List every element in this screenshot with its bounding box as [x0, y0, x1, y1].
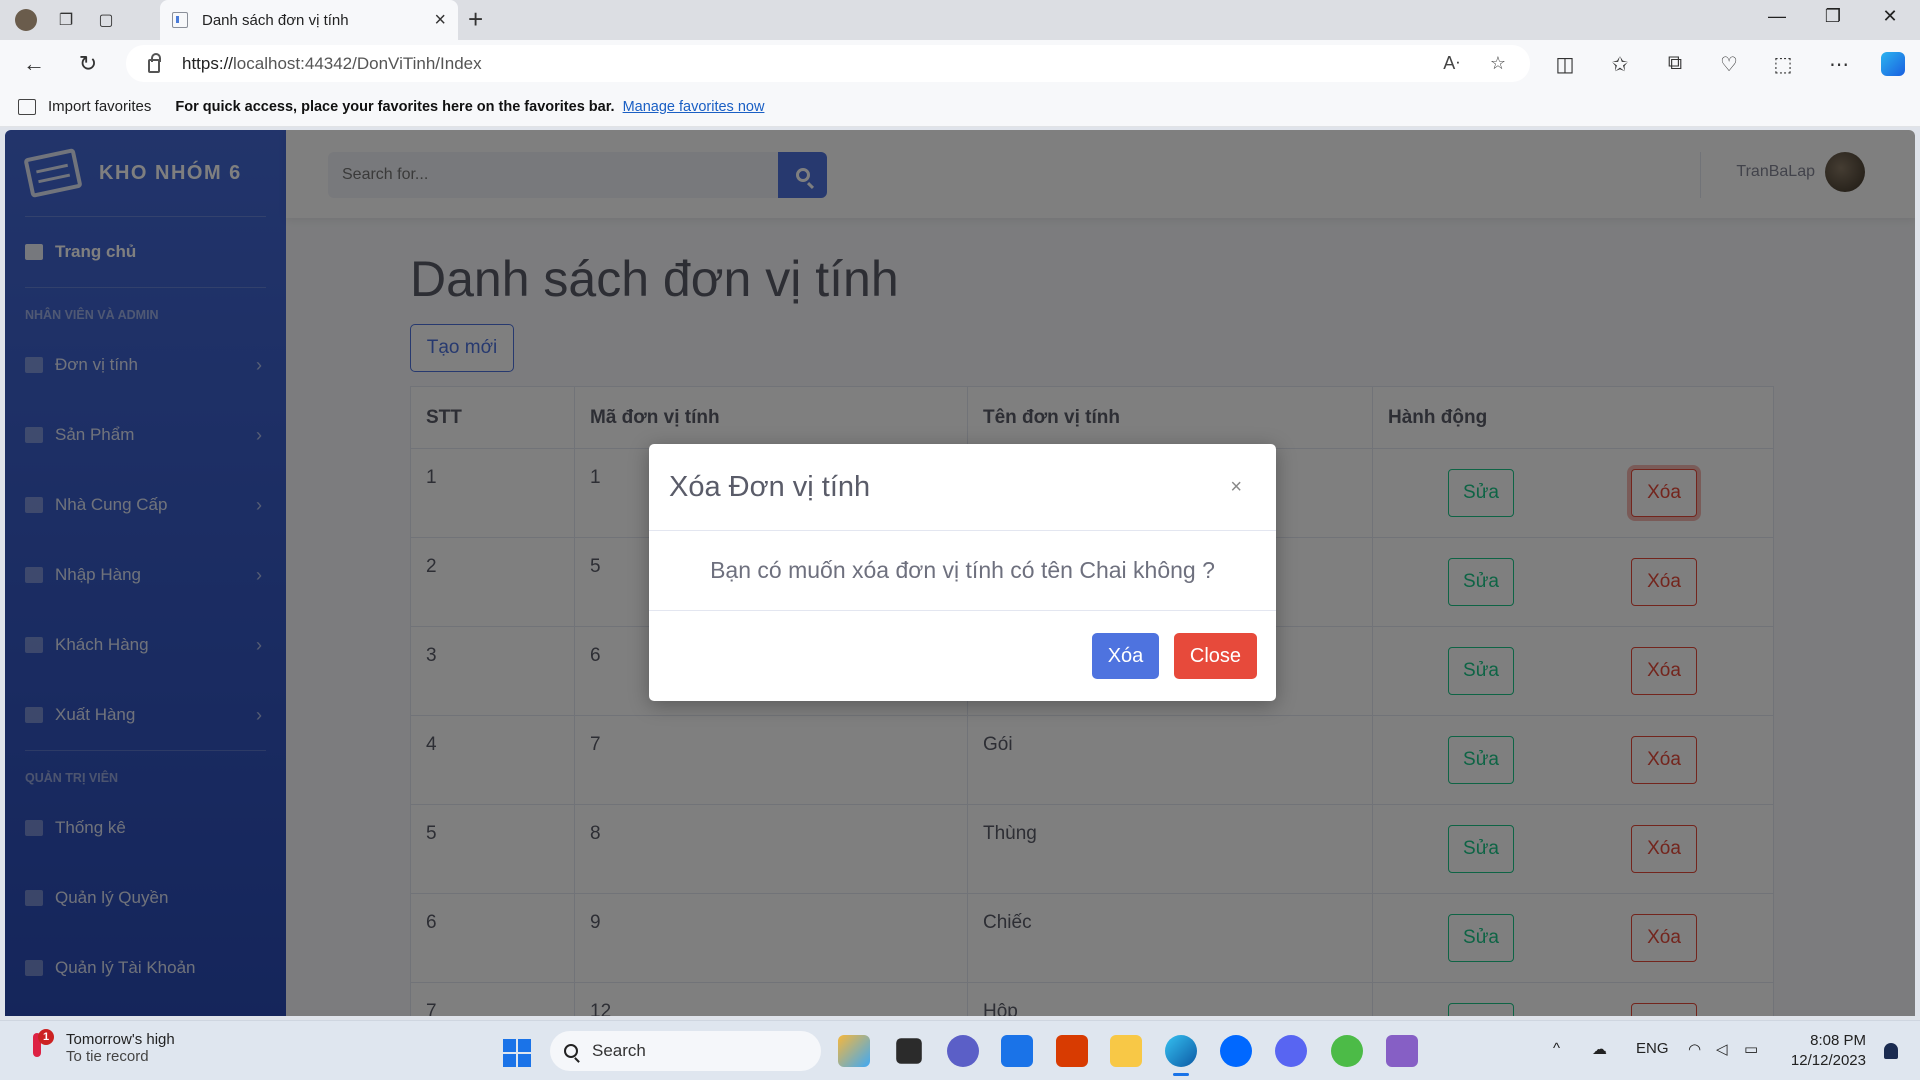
delete-modal: Xóa Đơn vị tính × Bạn có muốn xóa đơn vị… [649, 444, 1276, 701]
start-button-icon[interactable] [503, 1039, 531, 1067]
modal-footer: Xóa Close [649, 611, 1276, 701]
manage-favorites-link[interactable]: Manage favorites now [623, 99, 765, 115]
url-text: https://localhost:44342/DonViTinh/Index [182, 53, 482, 73]
edge-browser-icon[interactable] [1165, 1035, 1197, 1076]
browser-essentials-icon[interactable]: ♡ [1714, 52, 1744, 77]
tab-strip: ❐ ▢ Danh sách đơn vị tính × + — ❐ ✕ [0, 0, 1920, 40]
new-tab-button[interactable]: + [468, 6, 483, 32]
web-page: KHO NHÓM 6 Trang chủ NHÂN VIÊN VÀ ADMIN … [5, 130, 1915, 1016]
weather-line1: Tomorrow's high [66, 1031, 175, 1048]
import-favorites-button[interactable]: Import favorites [18, 98, 151, 115]
favorites-message: For quick access, place your favorites h… [175, 98, 615, 115]
split-screen-icon[interactable]: ◫ [1550, 52, 1580, 77]
discord-icon[interactable] [1275, 1035, 1307, 1067]
close-tab-icon[interactable]: × [434, 9, 446, 32]
read-aloud-icon[interactable]: Aᐧ [1443, 53, 1460, 74]
favorites-icon[interactable]: ✩ [1605, 52, 1635, 77]
volume-icon[interactable]: ◁ [1716, 1040, 1728, 1058]
extension-icon[interactable]: ⬚ [1768, 52, 1798, 77]
taskbar-search-label: Search [592, 1041, 646, 1060]
clock[interactable]: 8:08 PM 12/12/2023 [1791, 1031, 1866, 1071]
favorites-bar: Import favorites For quick access, place… [0, 87, 1920, 127]
green-app-icon[interactable] [1331, 1035, 1363, 1067]
refresh-icon[interactable]: ↻ [74, 50, 102, 78]
confirm-delete-button[interactable]: Xóa [1092, 633, 1159, 679]
notification-bell-icon[interactable] [1884, 1043, 1898, 1059]
taskbar-search[interactable]: Search [550, 1031, 821, 1071]
modal-message: Bạn có muốn xóa đơn vị tính có tên Chai … [649, 531, 1276, 611]
workspaces-icon[interactable]: ❐ [54, 8, 78, 32]
weather-widget[interactable]: 1 Tomorrow's high To tie record [28, 1029, 175, 1065]
battery-icon[interactable]: ▭ [1744, 1040, 1758, 1058]
modal-title: Xóa Đơn vị tính [669, 470, 871, 503]
minimize-icon[interactable]: — [1757, 6, 1797, 27]
copilot-preview-icon[interactable] [838, 1035, 870, 1067]
page-favicon-icon [172, 12, 188, 28]
zalo-icon[interactable] [1220, 1035, 1252, 1067]
modal-header: Xóa Đơn vị tính × [649, 444, 1276, 531]
favorite-star-icon[interactable]: ☆ [1490, 53, 1506, 74]
office-icon[interactable] [1056, 1035, 1088, 1067]
address-toolbar: ← ↻ https://localhost:44342/DonViTinh/In… [0, 40, 1920, 87]
restore-icon[interactable]: ❐ [1813, 6, 1853, 27]
profile-avatar-icon[interactable] [14, 8, 38, 32]
visual-studio-icon[interactable] [1386, 1035, 1418, 1067]
date: 12/12/2023 [1790, 1052, 1866, 1069]
mail-icon[interactable] [1001, 1035, 1033, 1067]
onedrive-icon[interactable]: ☁ [1592, 1040, 1607, 1058]
taskbar: 1 Tomorrow's high To tie record Search ^… [0, 1020, 1920, 1080]
copilot-icon[interactable] [1878, 52, 1908, 82]
teams-chat-icon[interactable] [947, 1035, 979, 1067]
file-explorer-icon[interactable] [1110, 1035, 1142, 1067]
vertical-tabs-icon[interactable]: ▢ [94, 8, 118, 32]
import-icon [18, 98, 36, 115]
collections-icon[interactable]: ⧉ [1660, 52, 1690, 75]
lock-icon[interactable] [148, 52, 161, 73]
wifi-icon[interactable]: ◠ [1688, 1040, 1701, 1058]
url-bar[interactable]: https://localhost:44342/DonViTinh/Index … [126, 45, 1530, 82]
close-window-icon[interactable]: ✕ [1870, 6, 1910, 27]
task-view-icon[interactable] [896, 1038, 922, 1064]
close-button[interactable]: Close [1174, 633, 1257, 679]
weather-line2: To tie record [66, 1048, 149, 1065]
time: 8:08 PM [1810, 1032, 1866, 1049]
more-menu-icon[interactable]: ⋯ [1824, 52, 1854, 77]
active-tab[interactable]: Danh sách đơn vị tính × [160, 0, 458, 40]
import-favorites-label: Import favorites [48, 98, 152, 115]
show-hidden-icons-icon[interactable]: ^ [1553, 1040, 1560, 1057]
language-indicator[interactable]: ENG [1636, 1040, 1669, 1057]
tab-title: Danh sách đơn vị tính [202, 11, 349, 29]
search-icon [564, 1044, 578, 1058]
back-icon[interactable]: ← [20, 50, 48, 78]
close-icon[interactable]: × [1230, 476, 1242, 499]
notification-badge: 1 [38, 1029, 54, 1045]
thermometer-icon: 1 [28, 1029, 54, 1065]
